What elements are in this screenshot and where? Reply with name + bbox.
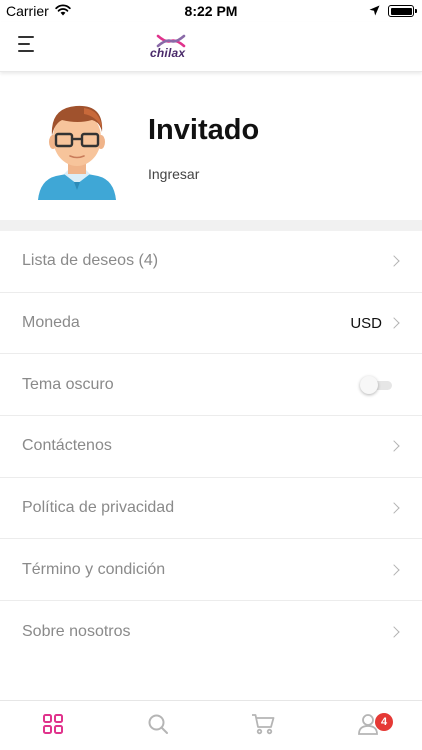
- privacy-row[interactable]: Política de privacidad: [0, 478, 422, 540]
- tab-search[interactable]: [105, 701, 210, 750]
- grid-icon: [42, 713, 64, 740]
- currency-label: Moneda: [22, 314, 80, 332]
- hamburger-menu-icon[interactable]: [14, 32, 40, 56]
- contact-row[interactable]: Contáctenos: [0, 416, 422, 478]
- app-header: chilax: [0, 22, 422, 72]
- wishlist-row[interactable]: Lista de deseos (4): [0, 231, 422, 293]
- about-row[interactable]: Sobre nosotros: [0, 601, 422, 663]
- terms-row[interactable]: Término y condición: [0, 539, 422, 602]
- profile-badge: 4: [375, 713, 393, 731]
- profile-section: Invitado Ingresar: [0, 74, 422, 220]
- currency-value: USD: [350, 314, 382, 332]
- about-label: Sobre nosotros: [22, 622, 131, 640]
- dark-theme-label: Tema oscuro: [22, 375, 114, 393]
- logo-text: chilax: [150, 46, 186, 60]
- bottom-tab-bar: 4: [0, 700, 422, 750]
- chevron-right-icon: [388, 440, 400, 453]
- section-divider: [0, 220, 422, 231]
- settings-list: Lista de deseos (4) Moneda USD Tema oscu…: [0, 231, 422, 663]
- chevron-right-icon: [388, 502, 400, 514]
- tab-home[interactable]: [0, 701, 105, 750]
- battery-icon: [388, 5, 417, 17]
- contact-label: Contáctenos: [22, 437, 112, 455]
- wishlist-label: Lista de deseos (4): [22, 252, 159, 270]
- chevron-right-icon: [388, 317, 400, 329]
- tab-cart[interactable]: [210, 701, 315, 750]
- chevron-right-icon: [388, 255, 400, 268]
- status-right: [369, 3, 417, 19]
- status-time: 8:22 PM: [184, 3, 238, 19]
- dark-theme-toggle[interactable]: [360, 375, 394, 394]
- chevron-right-icon: [388, 626, 400, 638]
- currency-row[interactable]: Moneda USD: [0, 293, 422, 355]
- chevron-right-icon: [388, 564, 400, 576]
- avatar: [34, 98, 120, 200]
- dark-theme-row: Tema oscuro: [0, 354, 422, 417]
- search-icon: [147, 713, 169, 740]
- location-arrow-icon: [369, 3, 380, 19]
- login-link[interactable]: Ingresar: [148, 166, 199, 182]
- profile-name: Invitado: [148, 114, 260, 146]
- brand-logo[interactable]: chilax: [148, 34, 198, 62]
- terms-label: Término y condición: [22, 560, 166, 578]
- tab-profile[interactable]: 4: [315, 701, 420, 750]
- status-bar: Carrier 8:22 PM: [0, 0, 422, 22]
- cart-icon: [251, 713, 275, 740]
- privacy-label: Política de privacidad: [22, 499, 175, 517]
